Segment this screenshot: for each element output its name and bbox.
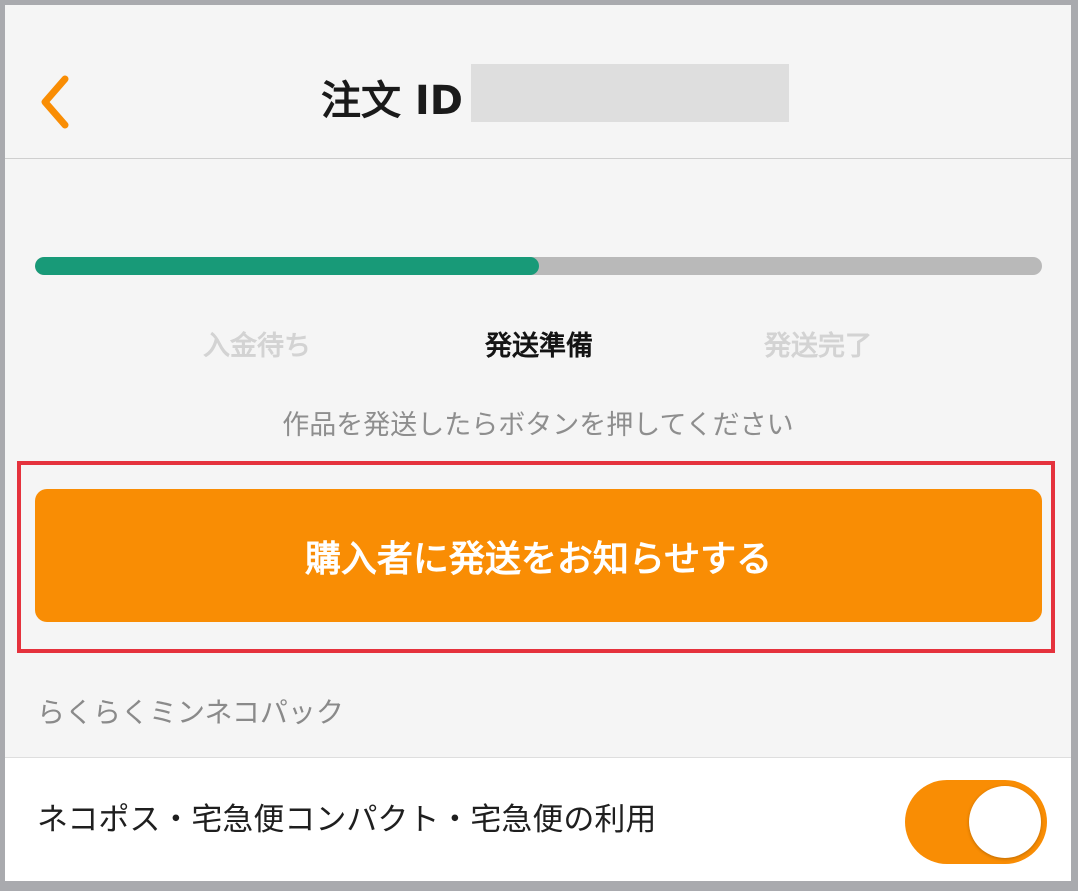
app-screen: 注文 ID 入金待ち 発送準備 発送完了 作品を発送したらボタンを押してください… — [5, 5, 1071, 881]
shipping-option-label: ネコポス・宅急便コンパクト・宅急便の利用 — [37, 802, 657, 838]
shipping-option-toggle[interactable] — [905, 780, 1047, 864]
header-bar: 注文 ID — [5, 5, 1071, 159]
step-shipping-done: 発送完了 — [764, 331, 872, 362]
shipping-option-row: ネコポス・宅急便コンパクト・宅急便の利用 — [5, 757, 1071, 881]
toggle-knob — [969, 786, 1041, 858]
step-payment-wait: 入金待ち — [203, 331, 311, 362]
instruction-text: 作品を発送したらボタンを押してください — [282, 410, 794, 441]
progress-bar — [35, 257, 1042, 275]
shipping-section-title: らくらくミンネコパック — [37, 696, 344, 729]
progress-fill — [35, 257, 539, 275]
step-shipping-prep: 発送準備 — [485, 331, 593, 362]
notify-buyer-shipping-button[interactable]: 購入者に発送をお知らせする — [35, 489, 1042, 622]
page-title: 注文 ID — [321, 78, 464, 124]
order-id-redacted — [471, 64, 789, 122]
chevron-left-icon[interactable] — [35, 71, 75, 133]
